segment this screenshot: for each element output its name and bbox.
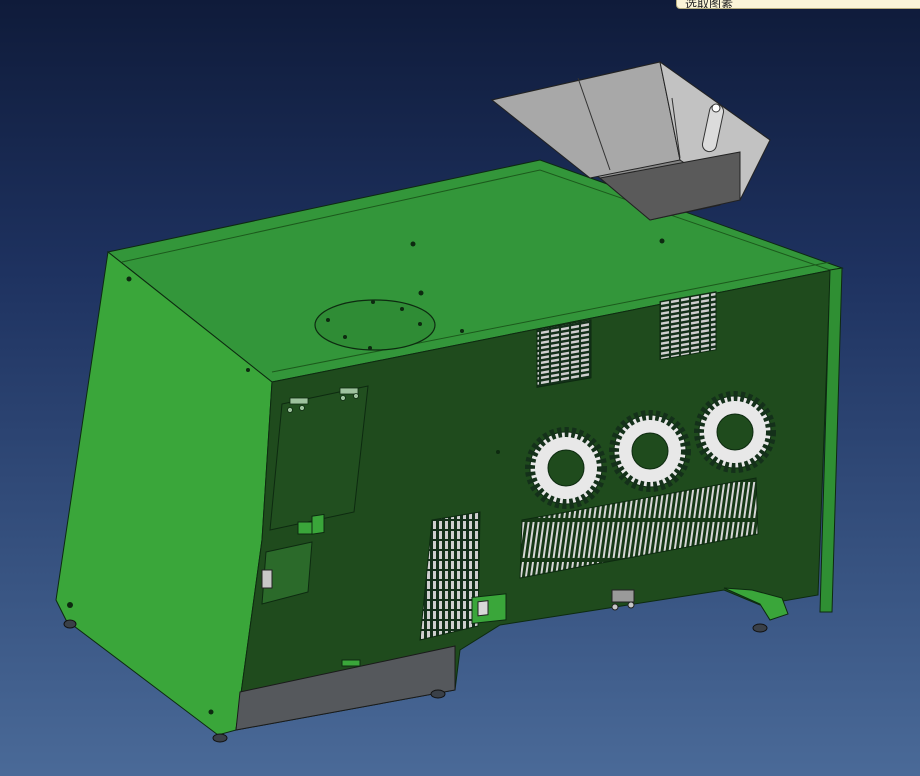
fan-left <box>525 427 607 509</box>
fan-right <box>694 391 776 473</box>
access-panel-upper[interactable] <box>269 385 369 531</box>
connector-port[interactable] <box>471 593 507 624</box>
tooltip-text: 选取图素 <box>685 0 734 9</box>
latch[interactable] <box>611 589 635 603</box>
top-round-cover[interactable] <box>314 299 436 351</box>
fan-middle <box>609 410 691 492</box>
vent-grille-left <box>536 319 592 388</box>
selection-tooltip: 选取图素 <box>676 0 920 9</box>
vent-grille-right <box>659 291 717 361</box>
cad-3d-viewport[interactable] <box>0 0 920 776</box>
